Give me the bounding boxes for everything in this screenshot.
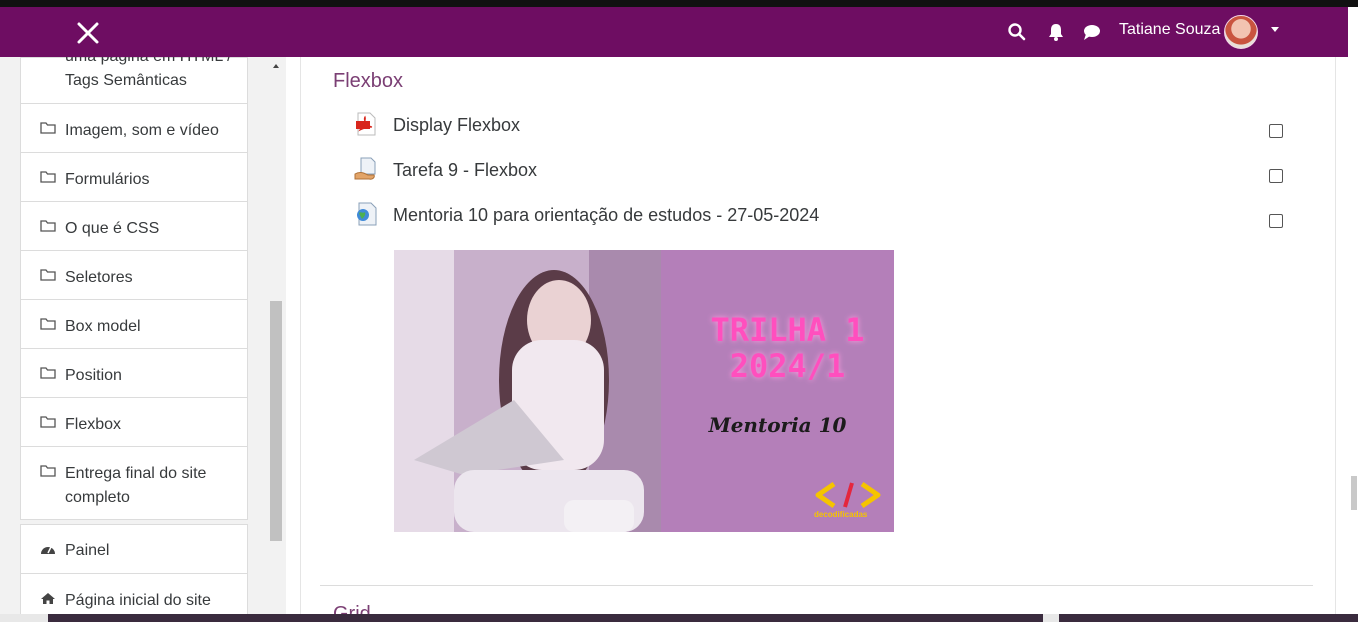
sidebar-item-tags-semanticas[interactable]: uma página em HTML / Tags Semânticas [20,57,248,103]
sidebar-item-o-que-e-css[interactable]: O que é CSS [20,201,248,250]
activity-label: Tarefa 9 - Flexbox [393,160,538,180]
completion-checkbox[interactable] [1269,124,1283,138]
page-scrollbar[interactable] [1348,7,1358,622]
page-scrollbar-thumb[interactable] [1351,476,1357,510]
sidebar-item-position[interactable]: Position [20,348,248,397]
banner-title-line2: 2024/1 [729,347,846,385]
sidebar-item-seletores[interactable]: Seletores [20,250,248,299]
section-divider [320,585,1313,586]
banner-title-line1: TRILHA 1 [710,311,865,349]
folder-icon [40,465,56,477]
mentoria-banner-image: TRILHA 1 2024/1 [394,250,894,532]
window-top-strip [0,0,1358,7]
sidebar-nav-painel[interactable]: Painel [20,524,248,573]
sidebar-item-label: O que é CSS [65,220,160,237]
folder-icon [40,171,56,183]
activity-label: Display Flexbox [393,115,521,135]
avatar[interactable] [1224,15,1258,49]
sidebar-nav-label: Página inicial do site [65,592,211,609]
sidebar-item-label: Entrega final do site completo [65,465,207,506]
activity-tarefa-9[interactable]: Tarefa 9 - Flexbox [354,157,1284,187]
sidebar-scrollbar-thumb[interactable] [270,301,282,541]
scroll-up-arrow-icon[interactable] [273,64,279,68]
completion-checkbox[interactable] [1269,169,1283,183]
home-icon [41,593,55,604]
folder-icon [40,269,56,281]
os-taskbar [0,614,1358,622]
banner-title: TRILHA 1 2024/1 [661,312,894,384]
taskbar-segment [1043,614,1059,622]
folder-icon [40,220,56,232]
pdf-file-icon [356,112,376,136]
sidebar-item-label: uma página em HTML / Tags Semânticas [65,57,232,89]
taskbar-segment [0,614,48,622]
activity-label: Mentoria 10 para orientação de estudos -… [393,205,820,225]
sidebar-nav-label: Painel [65,542,110,559]
sidebar-item-label: Flexbox [65,416,122,433]
top-navbar: Tatiane Souza [0,7,1348,57]
sidebar-item-label: Box model [65,318,141,335]
url-globe-icon [357,202,377,226]
activity-display-flexbox[interactable]: Display Flexbox [354,112,1284,142]
sidebar-item-label: Seletores [65,269,133,286]
dashboard-icon [41,546,55,554]
user-name[interactable]: Tatiane Souza [1119,21,1220,39]
folder-icon [40,367,56,379]
banner-photo [394,250,661,532]
woman-with-laptop-illustration [394,250,661,532]
sidebar-item-imagem-som-video[interactable]: Imagem, som e vídeo [20,103,248,152]
folder-icon [40,318,56,330]
bell-icon[interactable] [1046,22,1066,42]
chat-icon[interactable] [1082,22,1102,42]
sidebar-item-entrega-final[interactable]: Entrega final do site completo [20,446,248,520]
sidebar-item-box-model[interactable]: Box model [20,299,248,348]
close-icon[interactable] [74,19,102,47]
banner-background [661,250,894,532]
sidebar-item-label: Imagem, som e vídeo [65,122,219,139]
sidebar-item-formularios[interactable]: Formulários [20,152,248,201]
sidebar-item-flexbox[interactable]: Flexbox [20,397,248,446]
completion-checkbox[interactable] [1269,214,1283,228]
folder-icon [40,122,56,134]
search-icon[interactable] [1007,22,1027,42]
folder-icon [40,416,56,428]
section-title[interactable]: Flexbox [333,70,403,93]
sidebar-item-label: Position [65,367,122,384]
assignment-icon [354,157,376,180]
activity-mentoria-10[interactable]: Mentoria 10 para orientação de estudos -… [354,202,1284,232]
sidebar-item-label: Formulários [65,171,150,188]
chevron-down-icon[interactable] [1271,27,1279,32]
